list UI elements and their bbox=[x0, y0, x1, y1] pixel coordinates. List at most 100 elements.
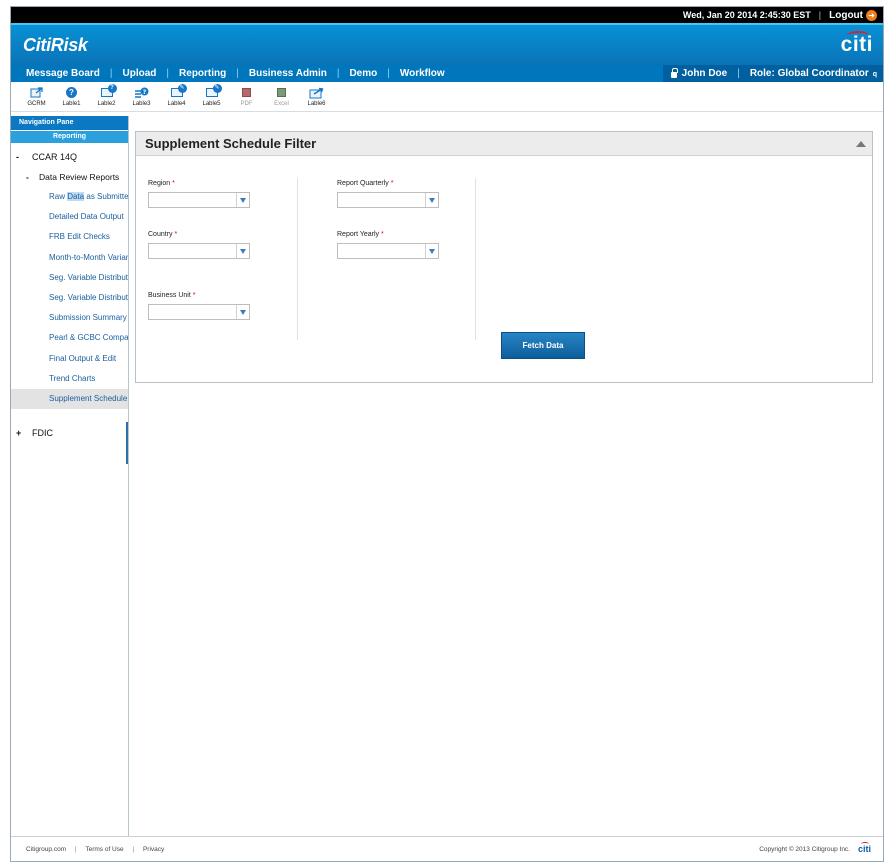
report-label-part: Raw bbox=[49, 192, 68, 201]
tool-label: Lable4 bbox=[167, 101, 186, 107]
nav-reporting[interactable]: Reporting bbox=[179, 68, 226, 79]
app-window: Wed, Jan 20 2014 2:45:30 EST | Logout ➜ … bbox=[10, 6, 884, 862]
navigation-pane-header: Navigation Pane bbox=[11, 116, 128, 130]
expand-toggle[interactable]: + bbox=[16, 428, 32, 438]
report-submission-summary[interactable]: Submission Summary bbox=[11, 308, 128, 328]
user-name: John Doe bbox=[681, 68, 728, 79]
footer-divider: | bbox=[74, 845, 77, 853]
report-frb-edit-checks[interactable]: FRB Edit Checks bbox=[11, 227, 128, 247]
citi-footer-logo: citi bbox=[857, 842, 871, 854]
footer-link-terms[interactable]: Terms of Use bbox=[85, 846, 123, 853]
collapse-toggle[interactable]: - bbox=[26, 172, 39, 182]
region-label: Region * bbox=[148, 180, 250, 187]
footer-divider: | bbox=[132, 845, 135, 853]
chevron-down-icon bbox=[236, 305, 249, 319]
region-select[interactable] bbox=[148, 192, 250, 208]
tree-node-fdic[interactable]: + FDIC bbox=[11, 423, 128, 443]
tool-lable3[interactable]: ? Lable3 bbox=[124, 86, 159, 107]
collapse-toggle[interactable]: - bbox=[16, 152, 32, 162]
tool-label: PDF bbox=[240, 101, 253, 107]
tool-label: Excel bbox=[274, 101, 289, 107]
tool-pdf[interactable]: PDF bbox=[229, 86, 264, 107]
tool-lable5[interactable]: ✎ Lable5 bbox=[194, 84, 229, 107]
pane-scrollbar[interactable] bbox=[126, 422, 128, 464]
citi-logo: citi bbox=[841, 31, 873, 57]
tool-label: Lable5 bbox=[202, 101, 221, 107]
citi-logo-arc bbox=[846, 31, 869, 40]
field-label-text: Report Quarterly bbox=[337, 180, 389, 187]
tool-label: Lable6 bbox=[307, 101, 326, 107]
tool-excel[interactable]: Excel bbox=[264, 86, 299, 107]
tool-label: Lable3 bbox=[132, 101, 151, 107]
footer: Citigroup.com | Terms of Use | Privacy C… bbox=[11, 836, 883, 861]
page-title: Supplement Schedule Filter bbox=[145, 136, 317, 151]
navigation-section-reporting[interactable]: Reporting bbox=[11, 130, 128, 143]
report-quarterly-label: Report Quarterly * bbox=[337, 180, 439, 187]
nav-divider: | bbox=[109, 68, 113, 79]
logout-label: Logout bbox=[829, 9, 863, 21]
report-pearl-gcbc-comparison[interactable]: Pearl & GCBC Comparison bbox=[11, 328, 128, 348]
tool-lable1[interactable]: ? Lable1 bbox=[54, 86, 89, 107]
tree-node-label: CCAR 14Q bbox=[32, 152, 78, 162]
tool-label: GCRM bbox=[27, 101, 46, 107]
column-divider bbox=[297, 178, 298, 340]
app-title: CitiRisk bbox=[23, 34, 88, 55]
report-seg-variable-distribution-2[interactable]: Seg. Variable Distribution bbox=[11, 288, 128, 308]
chevron-down-icon bbox=[236, 193, 249, 207]
role-label: Role: Global Coordinator bbox=[749, 68, 869, 79]
country-label: Country * bbox=[148, 231, 250, 238]
report-yearly-select[interactable] bbox=[337, 243, 439, 259]
chevron-down-icon bbox=[236, 244, 249, 258]
status-bar: Wed, Jan 20 2014 2:45:30 EST | Logout ➜ bbox=[11, 7, 883, 25]
nav-divider: | bbox=[387, 68, 390, 79]
report-supplement-schedule[interactable]: Supplement Schedule bbox=[11, 388, 128, 410]
brand-bar: CitiRisk citi bbox=[11, 25, 883, 65]
user-divider: | bbox=[737, 68, 740, 79]
edit-window-icon: ✎ bbox=[205, 84, 222, 99]
role-selector[interactable]: Role: Global Coordinator q bbox=[750, 68, 877, 79]
datetime-display: Wed, Jan 20 2014 2:45:30 EST bbox=[682, 10, 811, 20]
footer-link-citigroup[interactable]: Citigroup.com bbox=[26, 846, 66, 853]
filter-panel-header: Supplement Schedule Filter bbox=[136, 132, 872, 156]
report-final-output-edit[interactable]: Final Output & Edit bbox=[11, 349, 128, 369]
tree-node-data-review-reports[interactable]: - Data Review Reports bbox=[11, 167, 128, 187]
nav-upload[interactable]: Upload bbox=[123, 68, 157, 79]
business-unit-label: Business Unit * bbox=[148, 292, 250, 299]
field-label-text: Region bbox=[148, 180, 171, 187]
logout-button[interactable]: Logout ➜ bbox=[829, 9, 877, 21]
country-field: Country * bbox=[148, 231, 250, 259]
required-mark: * bbox=[174, 231, 178, 238]
nav-demo[interactable]: Demo bbox=[349, 68, 377, 79]
chevron-down-icon: q bbox=[872, 71, 877, 78]
required-mark: * bbox=[380, 231, 384, 238]
tool-lable4[interactable]: ✎ Lable4 bbox=[159, 84, 194, 107]
send-window-icon bbox=[309, 86, 324, 99]
report-quarterly-field: Report Quarterly * bbox=[337, 180, 439, 208]
report-month-to-month-variance[interactable]: Month-to-Month Variance bbox=[11, 248, 128, 268]
nav-message-board[interactable]: Message Board bbox=[26, 68, 100, 79]
collapse-icon[interactable] bbox=[856, 140, 866, 147]
tree-node-ccar-14q[interactable]: - CCAR 14Q bbox=[11, 147, 128, 167]
report-quarterly-select[interactable] bbox=[337, 192, 439, 208]
footer-link-privacy[interactable]: Privacy bbox=[143, 846, 164, 853]
nav-divider: | bbox=[166, 68, 170, 79]
chevron-down-icon bbox=[425, 244, 438, 258]
report-seg-variable-distribution[interactable]: Seg. Variable Distribution bbox=[11, 268, 128, 288]
business-unit-select[interactable] bbox=[148, 304, 250, 320]
required-mark: * bbox=[192, 292, 196, 299]
fetch-data-button[interactable]: Fetch Data bbox=[501, 332, 585, 359]
help-icon: ? bbox=[66, 86, 77, 99]
tree-node-label: FDIC bbox=[32, 428, 53, 439]
report-detailed-data-output[interactable]: Detailed Data Output bbox=[11, 207, 128, 227]
excel-icon bbox=[277, 86, 286, 99]
nav-business-admin[interactable]: Business Admin bbox=[249, 68, 327, 79]
nav-workflow[interactable]: Workflow bbox=[400, 68, 445, 79]
report-raw-data-as-submitted[interactable]: Raw Data as Submitted bbox=[11, 187, 128, 207]
search-highlight: Data bbox=[67, 192, 85, 201]
tool-lable6[interactable]: Lable6 bbox=[299, 86, 334, 107]
report-trend-charts[interactable]: Trend Charts bbox=[11, 369, 128, 389]
tool-lable2[interactable]: ? Lable2 bbox=[89, 84, 124, 107]
logout-icon: ➜ bbox=[866, 9, 877, 21]
country-select[interactable] bbox=[148, 243, 250, 259]
tool-gcrm[interactable]: GCRM bbox=[19, 86, 54, 107]
